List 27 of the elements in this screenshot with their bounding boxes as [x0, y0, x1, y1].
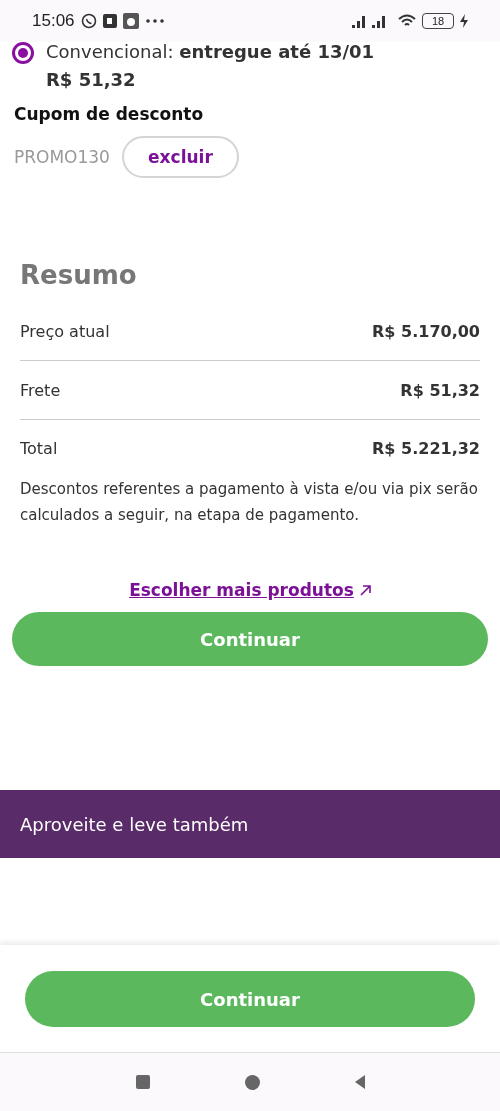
back-icon[interactable] — [354, 1075, 365, 1089]
summary-value: R$ 5.221,32 — [372, 438, 480, 458]
home-icon[interactable] — [244, 1074, 260, 1090]
clock-time: 15:06 — [32, 11, 75, 31]
recent-apps-icon[interactable] — [135, 1075, 150, 1089]
banner-title: Aproveite e leve também — [20, 813, 249, 835]
wifi-icon — [398, 14, 416, 28]
shipping-option-label: Convencional: entregue até 13/01 — [46, 40, 375, 64]
more-products-link[interactable]: Escolher mais produtos — [129, 580, 354, 600]
external-arrow-icon — [359, 584, 371, 596]
charging-icon — [460, 14, 468, 28]
summary-label: Preço atual — [20, 321, 110, 341]
summary-value: R$ 51,32 — [400, 380, 480, 400]
more-icon — [144, 18, 165, 24]
coupon-code: PROMO130 — [14, 147, 110, 167]
remove-coupon-button[interactable]: excluir — [121, 136, 239, 178]
summary-title: Resumo — [20, 260, 138, 290]
summary-label: Total — [20, 438, 58, 458]
chat-icon — [80, 13, 97, 29]
coupon-title: Cupom de desconto — [14, 104, 205, 124]
shipping-price: R$ 51,32 — [46, 68, 137, 92]
battery-indicator: 18 — [422, 13, 454, 29]
summary-label: Frete — [20, 380, 61, 400]
app-icon — [102, 14, 117, 28]
radio-button[interactable] — [12, 42, 34, 64]
discount-note: Descontos referentes a pagamento à vista e/ou via pix serão calculados a seguir, na etapa de pagamento. — [20, 479, 479, 526]
summary-value: R$ 5.170,00 — [372, 321, 480, 341]
